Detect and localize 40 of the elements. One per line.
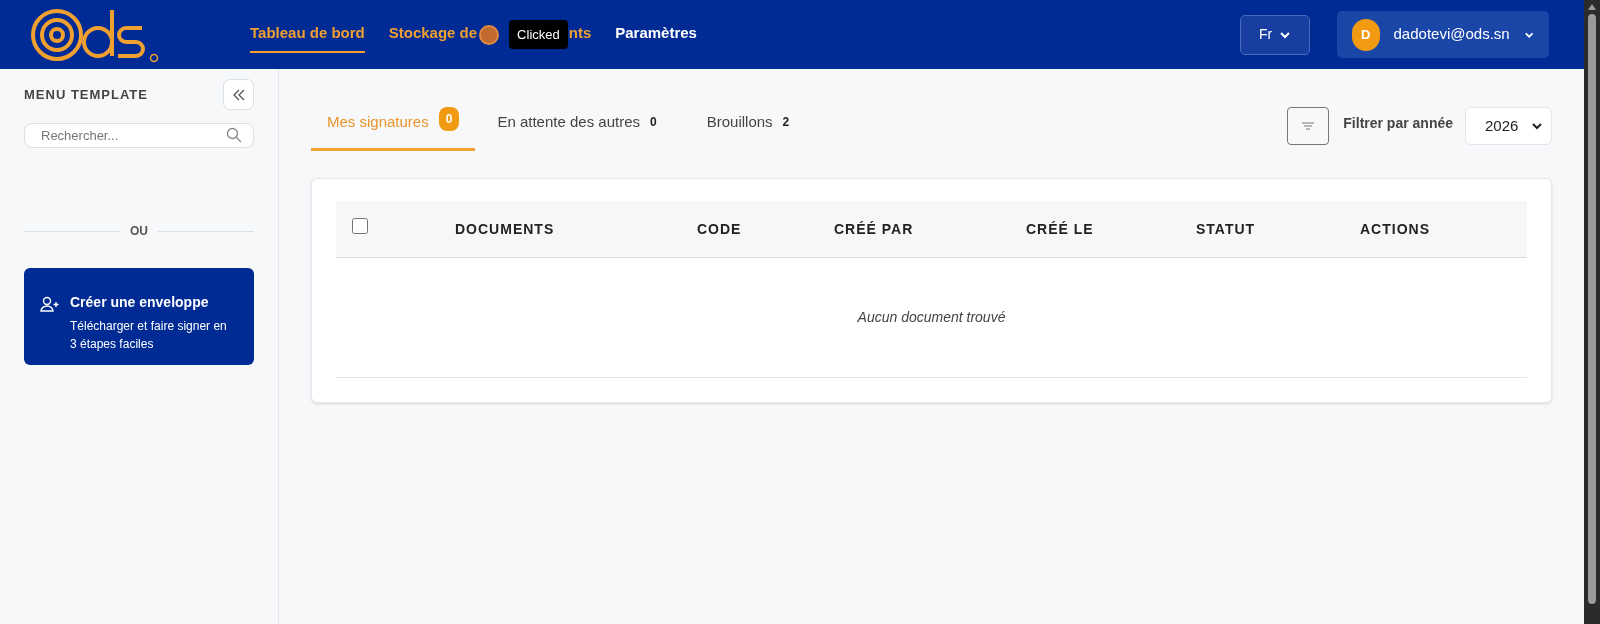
sidebar-title: MENU TEMPLATE: [24, 85, 148, 104]
collapse-button[interactable]: [223, 79, 254, 110]
column-header: STATUT: [1196, 221, 1256, 237]
card-title: Créer une enveloppe: [70, 293, 210, 312]
column-header: CRÉÉ LE: [1026, 221, 1094, 237]
tab-count: 0: [650, 114, 657, 131]
scroll-up-icon: [1587, 3, 1597, 11]
user-email: dadotevi@ods.sn: [1393, 24, 1510, 45]
column-header: DOCUMENTS: [455, 221, 555, 237]
tab[interactable]: En attente des autres 0: [481, 107, 685, 151]
user-avatar: D: [1352, 18, 1380, 51]
chevron-down-icon: [1531, 120, 1543, 132]
tab-count: 0: [438, 107, 460, 131]
nav-link[interactable]: Stockage de: [388, 16, 478, 53]
filter-button[interactable]: [1287, 107, 1330, 145]
tab[interactable]: Brouillons 2: [690, 107, 818, 151]
card-description: Télécharger et faire signer en 3 étapes faciles: [70, 318, 228, 353]
nav-link[interactable]: Paramètres: [615, 16, 697, 53]
column-header: CODE: [697, 221, 742, 237]
column-header: CRÉÉ PAR: [834, 221, 914, 237]
search-field[interactable]: Rechercher...: [24, 123, 254, 148]
scrollbar-thumb[interactable]: [1588, 14, 1596, 604]
empty-message: Aucun document trouvé: [857, 308, 1006, 327]
user-menu[interactable]: D dadotevi@ods.sn: [1337, 11, 1549, 58]
click-indicator-icon: [479, 24, 500, 45]
search-icon: [226, 127, 242, 143]
language-select[interactable]: Fr: [1240, 14, 1310, 55]
tab-count: 2: [782, 114, 790, 131]
double-chevron-left-icon: [231, 87, 246, 102]
nav-link[interactable]: nts: [568, 16, 592, 53]
add-user-icon: [40, 296, 60, 312]
filter-label: Filtrer par année: [1343, 114, 1453, 133]
year-select[interactable]: 2026: [1465, 107, 1552, 145]
select-all-checkbox[interactable]: [352, 218, 368, 234]
create-envelope-card[interactable]: Créer une enveloppe Télécharger et faire signer en 3 étapes faciles: [24, 268, 254, 365]
filter-icon: [1302, 122, 1315, 130]
separator-label: OU: [130, 223, 148, 240]
column-header: ACTIONS: [1360, 221, 1430, 237]
nav-link[interactable]: Tableau de bord: [250, 16, 365, 53]
click-tooltip: Clicked: [509, 19, 568, 50]
